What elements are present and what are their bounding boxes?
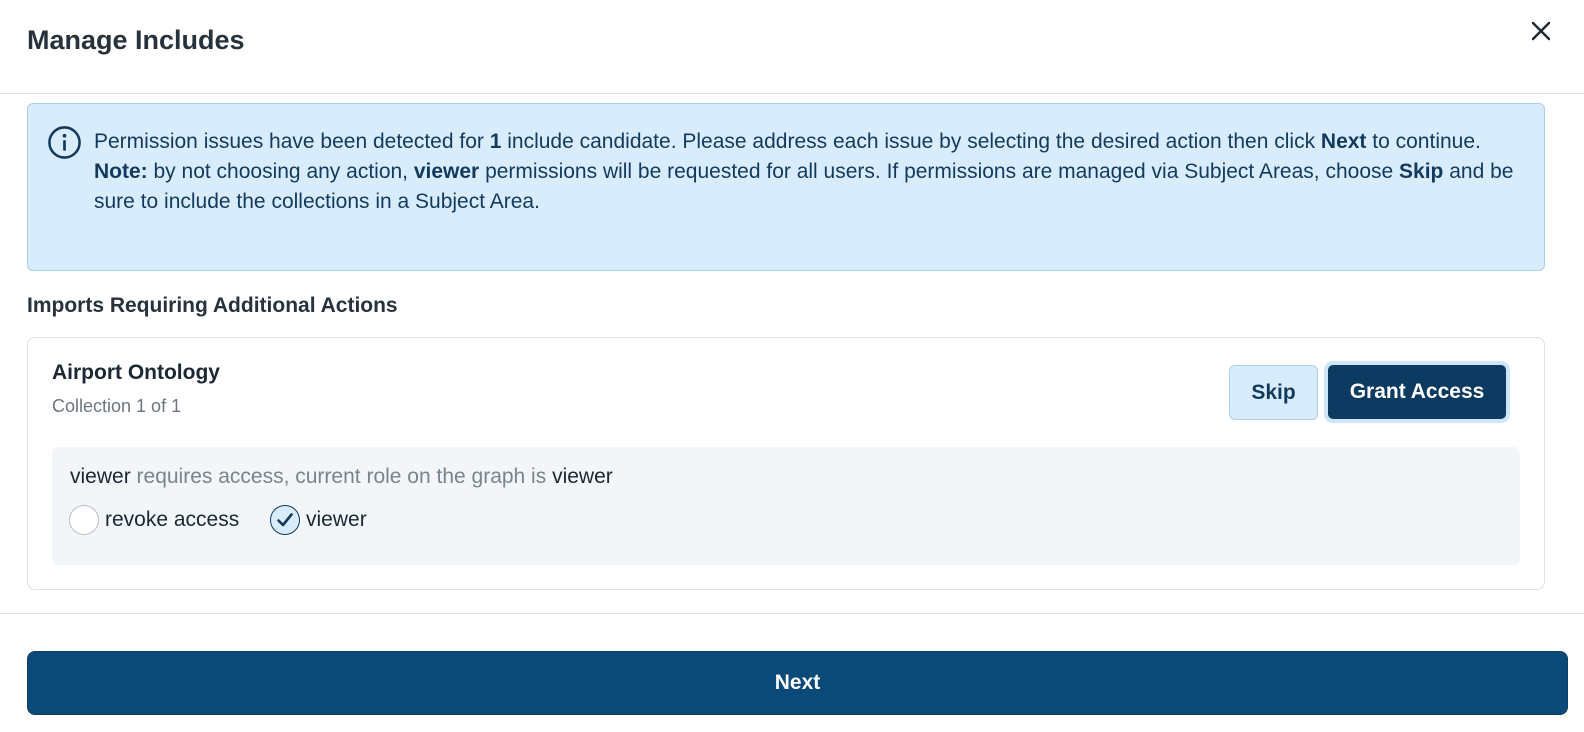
radio-unchecked-icon[interactable] (69, 505, 99, 535)
role-user: viewer (70, 465, 131, 488)
next-reference: Next (1320, 130, 1367, 153)
collection-count: Collection 1 of 1 (52, 396, 182, 416)
radio-viewer[interactable]: viewer (270, 505, 367, 535)
role-current: viewer (552, 465, 613, 488)
radio-checked-icon[interactable] (270, 505, 300, 535)
note-label: Note: (94, 160, 148, 183)
radio-label: viewer (306, 508, 367, 531)
skip-reference: Skip (1399, 160, 1444, 183)
checkmark-icon (277, 513, 293, 527)
skip-button[interactable]: Skip (1229, 365, 1318, 420)
footer-divider (0, 613, 1584, 614)
close-button[interactable] (1524, 14, 1558, 48)
note-role: viewer (413, 160, 480, 183)
candidate-count: 1 (489, 130, 502, 153)
section-title: Imports Requiring Additional Actions (27, 294, 398, 317)
modal-header: Manage Includes (0, 0, 1584, 94)
next-button[interactable]: Next (27, 651, 1568, 715)
close-icon (1531, 21, 1551, 41)
role-description: viewer requires access, current role on … (70, 465, 613, 488)
modal-title: Manage Includes (27, 25, 245, 55)
radio-revoke-access[interactable]: revoke access (69, 505, 239, 535)
alert-message: Permission issues have been detected for… (94, 130, 1514, 213)
info-icon (48, 126, 81, 159)
collection-title: Airport Ontology (52, 361, 220, 384)
radio-label: revoke access (105, 508, 240, 531)
grant-access-button[interactable]: Grant Access (1324, 361, 1510, 423)
